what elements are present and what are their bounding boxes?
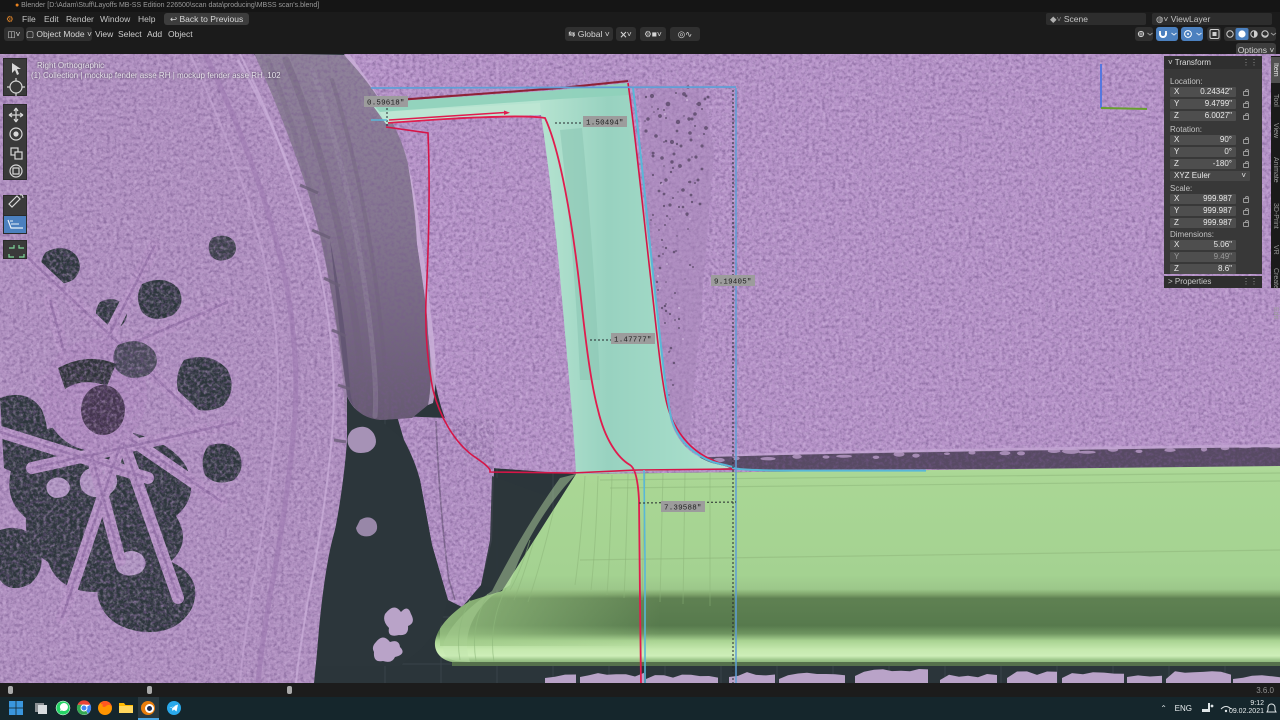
svg-text:1.47777": 1.47777" — [614, 337, 652, 345]
svg-text:7.39588": 7.39588" — [664, 505, 702, 513]
svg-text:1.50494": 1.50494" — [586, 120, 624, 128]
svg-text:9.19405": 9.19405" — [714, 279, 752, 287]
svg-text:0.59618": 0.59618" — [367, 100, 405, 108]
